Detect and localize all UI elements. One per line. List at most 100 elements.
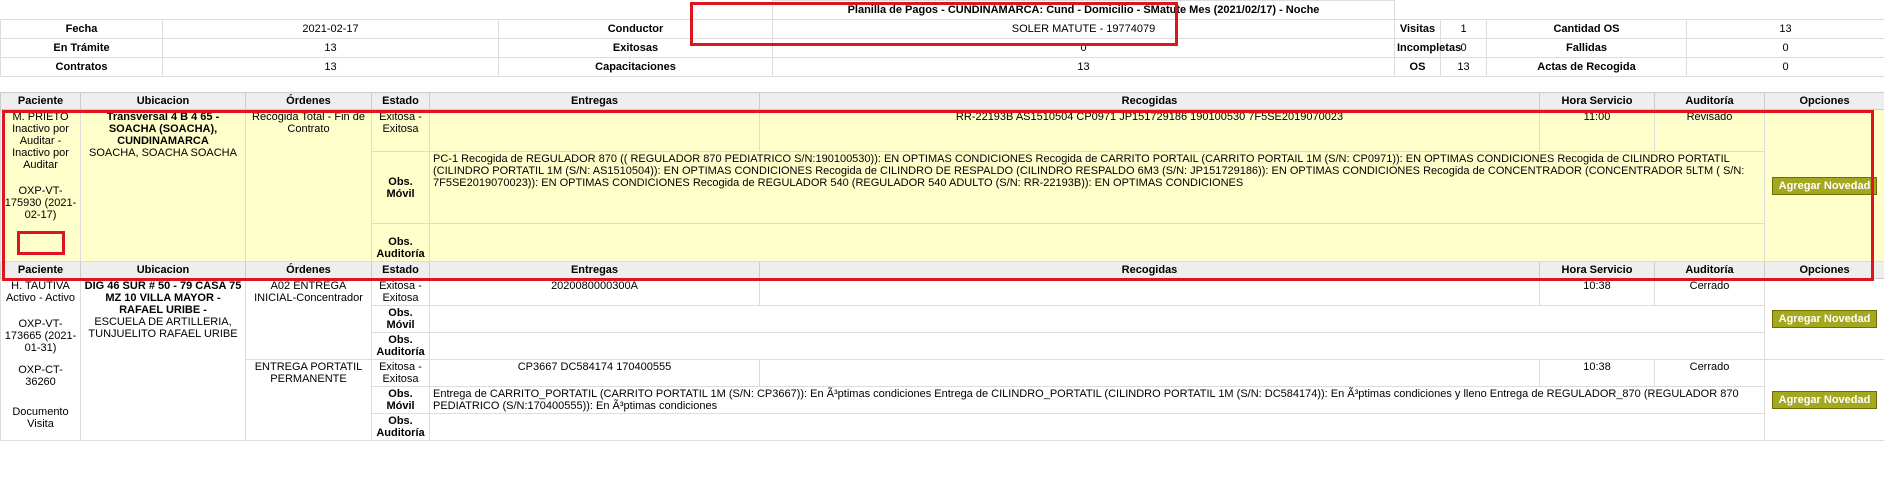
col-header-hora: Hora Servicio — [1539, 261, 1655, 279]
summary-label: Fallidas — [1486, 38, 1687, 58]
col-header-ubicacion: Ubicacion — [80, 261, 246, 279]
hora-cell: 10:38 — [1539, 278, 1655, 306]
ubicacion-cell: DIG 46 SUR # 50 - 79 CASA 75 MZ 10 VILLA… — [80, 278, 246, 441]
obs-movil-label: Obs. Móvil — [371, 305, 430, 333]
summary-row: Fecha 2021-02-17 Conductor SOLER MATUTE … — [0, 19, 1884, 39]
paciente-code[interactable]: OXP-VT-173665 (2021-01-31) — [4, 318, 77, 354]
col-header-ordenes: Órdenes — [245, 92, 372, 110]
col-header-recogidas: Recogidas — [759, 92, 1540, 110]
summary-label: Conductor — [498, 19, 773, 39]
paciente-name[interactable]: M. PRIETO — [4, 111, 77, 123]
col-header-entregas: Entregas — [429, 261, 760, 279]
recogidas-cell — [759, 278, 1540, 306]
documento-visita-link[interactable]: Documento Visita — [4, 406, 77, 430]
orden-cell: Recogida Total - Fin de Contrato — [245, 109, 372, 262]
summary-value: 13 — [162, 57, 499, 77]
summary-value: 13 — [772, 57, 1395, 77]
summary-label: Exitosas — [498, 38, 773, 58]
auditoria-cell: Revisado — [1654, 109, 1765, 152]
summary-label: Capacitaciones — [498, 57, 773, 77]
summary-label: Incompletas — [1394, 38, 1461, 58]
ubicacion-address: Transversal 4 B 4 65 - SOACHA (SOACHA), … — [106, 111, 220, 147]
empty-annotation-box — [16, 231, 65, 255]
col-header-auditoria: Auditoría — [1654, 92, 1765, 110]
ubicacion-city: SOACHA, SOACHA SOACHA — [89, 147, 237, 159]
summary-value: 2021-02-17 — [162, 19, 499, 39]
summary-label: Actas de Recogida — [1486, 57, 1687, 77]
summary-label: Cantidad OS — [1486, 19, 1687, 39]
entregas-cell — [429, 109, 760, 152]
ubicacion-address: DIG 46 SUR # 50 - 79 CASA 75 MZ 10 VILLA… — [84, 280, 242, 316]
summary-label: En Trámite — [0, 38, 163, 58]
entregas-cell: CP3667 DC584174 170400555 — [429, 359, 760, 387]
summary-label: OS — [1394, 57, 1441, 77]
col-header-opciones: Opciones — [1764, 261, 1884, 279]
estado-cell: Exitosa - Exitosa — [371, 359, 430, 387]
paciente-code[interactable]: OXP-VT-175930 (2021-02-17) — [4, 185, 77, 221]
col-header-hora: Hora Servicio — [1539, 92, 1655, 110]
recogidas-cell — [759, 359, 1540, 387]
summary-table: Planilla de Pagos - CUNDINAMARCA: Cund -… — [0, 0, 1884, 77]
obs-movil-text: PC-1 Recogida de REGULADOR 870 (( REGULA… — [429, 151, 1765, 224]
estado-cell: Exitosa - Exitosa — [371, 278, 430, 306]
obs-movil-text: Entrega de CARRITO_PORTATIL (CARRITO POR… — [429, 386, 1765, 414]
table-row: H. TAUTIVA Activo - Activo OXP-VT-173665… — [0, 278, 1884, 441]
col-header-estado: Estado — [371, 92, 430, 110]
agregar-novedad-button[interactable]: Agregar Novedad — [1771, 310, 1878, 328]
records-table: Paciente Ubicacion Órdenes Estado Entreg… — [0, 92, 1884, 441]
paciente-ct-code[interactable]: OXP-CT-36260 — [4, 364, 77, 388]
opciones-cell: Agregar Novedad — [1764, 109, 1884, 262]
col-header-ordenes: Órdenes — [245, 261, 372, 279]
agregar-novedad-button[interactable]: Agregar Novedad — [1771, 176, 1878, 195]
auditoria-cell: Cerrado — [1654, 278, 1765, 306]
summary-value: 0 — [1686, 38, 1884, 58]
col-header-auditoria: Auditoría — [1654, 261, 1765, 279]
entregas-cell: 2020080000300A — [429, 278, 760, 306]
recogidas-cell: RR-22193B AS1510504 CP0971 JP151729186 1… — [759, 109, 1540, 152]
opciones-cell: Agregar Novedad — [1764, 278, 1884, 360]
paciente-status: Activo - Activo — [5, 292, 76, 304]
ubicacion-cell: Transversal 4 B 4 65 - SOACHA (SOACHA), … — [80, 109, 246, 262]
obs-movil-text — [429, 305, 1765, 333]
orden-cell: ENTREGA PORTATIL PERMANENTE — [245, 359, 372, 441]
obs-auditoria-text — [429, 223, 1765, 262]
summary-value: 1 — [1440, 19, 1487, 39]
col-header-paciente: Paciente — [0, 261, 81, 279]
summary-label: Contratos — [0, 57, 163, 77]
table-header-row: Paciente Ubicacion Órdenes Estado Entreg… — [0, 92, 1884, 110]
obs-auditoria-label: Obs. Auditoría — [371, 332, 430, 360]
obs-auditoria-label: Obs. Auditoría — [371, 223, 430, 262]
agregar-novedad-button[interactable]: Agregar Novedad — [1771, 391, 1878, 409]
paciente-cell: M. PRIETO Inactivo por Auditar - Inactiv… — [0, 109, 81, 262]
obs-movil-label: Obs. Móvil — [371, 386, 430, 414]
report-title: Planilla de Pagos - CUNDINAMARCA: Cund -… — [772, 0, 1395, 20]
col-header-estado: Estado — [371, 261, 430, 279]
table-row: M. PRIETO Inactivo por Auditar - Inactiv… — [0, 109, 1884, 262]
opciones-cell: Agregar Novedad — [1764, 359, 1884, 441]
hora-cell: 10:38 — [1539, 359, 1655, 387]
col-header-ubicacion: Ubicacion — [80, 92, 246, 110]
table-row: ENTREGA PORTATIL PERMANENTE Exitosa - Ex… — [1, 359, 1884, 441]
summary-row: En Trámite 13 Exitosas 0 Incompletas 0 F… — [0, 38, 1884, 58]
obs-movil-label: Obs. Móvil — [371, 151, 430, 224]
table-header-row: Paciente Ubicacion Órdenes Estado Entreg… — [0, 261, 1884, 279]
col-header-opciones: Opciones — [1764, 92, 1884, 110]
summary-label: Visitas — [1394, 19, 1441, 39]
summary-value: 13 — [1440, 57, 1487, 77]
paciente-name[interactable]: H. TAUTIVA — [4, 280, 77, 292]
col-header-entregas: Entregas — [429, 92, 760, 110]
summary-row: Contratos 13 Capacitaciones 13 OS 13 Act… — [0, 57, 1884, 77]
obs-auditoria-text — [429, 413, 1765, 441]
summary-label: Fecha — [0, 19, 163, 39]
obs-auditoria-text — [429, 332, 1765, 360]
col-header-paciente: Paciente — [0, 92, 81, 110]
col-header-recogidas: Recogidas — [759, 261, 1540, 279]
paciente-cell: H. TAUTIVA Activo - Activo OXP-VT-173665… — [0, 278, 81, 441]
summary-value: 0 — [772, 38, 1395, 58]
orden-cell: A02 ENTREGA INICIAL-Concentrador — [245, 278, 372, 360]
summary-value: SOLER MATUTE - 19774079 — [772, 19, 1395, 39]
obs-auditoria-label: Obs. Auditoría — [371, 413, 430, 441]
paciente-status: Inactivo por Auditar - Inactivo por Audi… — [12, 123, 69, 171]
auditoria-cell: Cerrado — [1654, 359, 1765, 387]
hora-cell: 11:00 — [1539, 109, 1655, 152]
